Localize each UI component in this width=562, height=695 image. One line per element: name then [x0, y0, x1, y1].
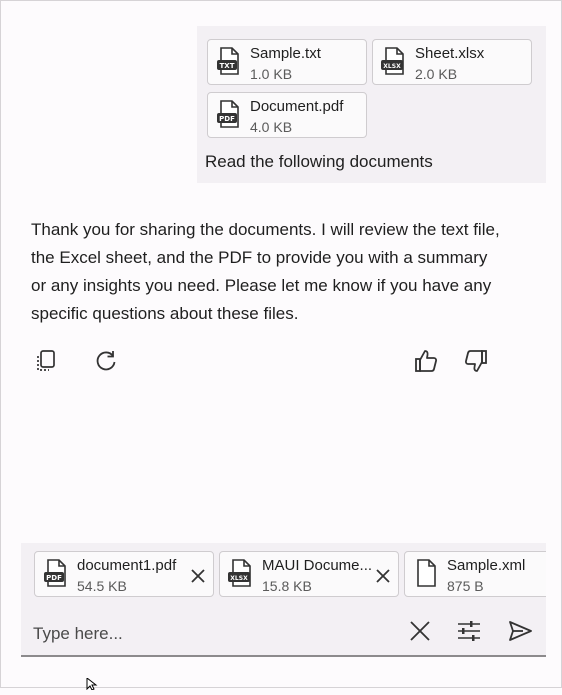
svg-text:XLSX: XLSX: [383, 63, 401, 70]
assistant-message-text: Thank you for sharing the documents. I w…: [31, 220, 500, 323]
attachment-size: 1.0 KB: [250, 66, 293, 82]
attachment-chip[interactable]: TXT Sample.txt 1.0 KB: [207, 39, 367, 85]
user-message-bubble: TXT Sample.txt 1.0 KB XLSX Sheet.xlsx 2.…: [197, 26, 546, 183]
refresh-icon[interactable]: [93, 348, 119, 374]
file-icon: [413, 558, 439, 588]
message-input-area[interactable]: Type here...: [21, 605, 546, 657]
copy-icon[interactable]: [33, 348, 59, 374]
attachment-size: 54.5 KB: [77, 578, 127, 594]
attachment-chip[interactable]: PDF Document.pdf 4.0 KB: [207, 92, 367, 138]
attachment-name: Document.pdf: [250, 98, 344, 115]
file-xlsx-icon: XLSX: [381, 46, 407, 76]
message-input[interactable]: Type here...: [33, 624, 123, 644]
close-icon[interactable]: [407, 618, 433, 644]
thumbs-down-icon[interactable]: [463, 348, 489, 374]
svg-text:PDF: PDF: [219, 115, 235, 123]
attachment-size: 2.0 KB: [415, 66, 458, 82]
user-message-text: Read the following documents: [205, 152, 433, 171]
attachment-size: 15.8 KB: [262, 578, 312, 594]
remove-attachment-icon[interactable]: [189, 567, 207, 585]
pending-attachment-chip[interactable]: XLSX MAUI Docume... 15.8 KB: [219, 551, 399, 597]
chat-window: TXT Sample.txt 1.0 KB XLSX Sheet.xlsx 2.…: [0, 0, 562, 688]
attachment-name: Sample.txt: [250, 45, 321, 62]
sliders-icon[interactable]: [456, 618, 482, 644]
pending-attachments-strip[interactable]: PDF document1.pdf 54.5 KB XLSX MAUI Docu…: [21, 543, 546, 605]
pending-attachment-chip[interactable]: Sample.xml 875 B: [404, 551, 546, 597]
attachment-size: 875 B: [447, 578, 484, 594]
svg-text:PDF: PDF: [46, 574, 62, 582]
attachment-name: Sheet.xlsx: [415, 45, 485, 62]
svg-text:TXT: TXT: [220, 62, 235, 70]
remove-attachment-icon[interactable]: [374, 567, 392, 585]
attachment-name: MAUI Docume...: [262, 557, 373, 574]
file-pdf-icon: PDF: [216, 99, 242, 129]
attachment-size: 4.0 KB: [250, 119, 293, 135]
send-icon[interactable]: [507, 618, 533, 644]
file-xlsx-icon: XLSX: [228, 558, 254, 588]
attachment-name: document1.pdf: [77, 557, 177, 574]
attachment-chip[interactable]: XLSX Sheet.xlsx 2.0 KB: [372, 39, 532, 85]
file-txt-icon: TXT: [216, 46, 242, 76]
pending-attachment-chip[interactable]: PDF document1.pdf 54.5 KB: [34, 551, 214, 597]
file-pdf-icon: PDF: [43, 558, 69, 588]
mouse-cursor-icon: [86, 676, 98, 691]
svg-text:XLSX: XLSX: [230, 575, 248, 582]
attachment-name: Sample.xml: [447, 557, 526, 574]
thumbs-up-icon[interactable]: [413, 348, 439, 374]
